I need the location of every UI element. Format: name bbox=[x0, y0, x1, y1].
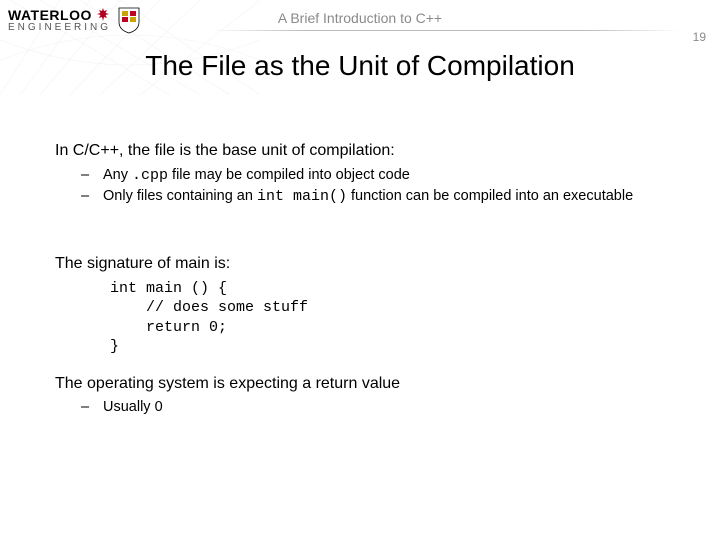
header-rule bbox=[210, 30, 680, 31]
paragraph-3: The operating system is expecting a retu… bbox=[55, 373, 680, 395]
paragraph-1: In C/C++, the file is the base unit of c… bbox=[55, 140, 680, 162]
bullet-1b: Only files containing an int main() func… bbox=[103, 187, 680, 207]
bullet-1b-pre: Only files containing an bbox=[103, 188, 257, 204]
bullet-1a-post: file may be compiled into object code bbox=[168, 167, 410, 183]
bullet-1a: Any .cpp file may be compiled into objec… bbox=[103, 166, 680, 186]
bullet-1a-pre: Any bbox=[103, 167, 132, 183]
paragraph-2: The signature of main is: bbox=[55, 253, 680, 275]
slide: WATERLOO ENGINEERING A Brief Introductio… bbox=[0, 0, 720, 540]
bullet-1b-post: function can be compiled into an executa… bbox=[347, 188, 633, 204]
slide-title: The File as the Unit of Compilation bbox=[0, 50, 720, 82]
bullet-3a: Usually 0 bbox=[103, 398, 680, 418]
slide-body: In C/C++, the file is the base unit of c… bbox=[55, 130, 680, 436]
bullet-1a-code: .cpp bbox=[132, 167, 168, 184]
code-block: int main () { // does some stuff return … bbox=[110, 279, 680, 357]
bullet-list-1: Any .cpp file may be compiled into objec… bbox=[55, 166, 680, 208]
page-number: 19 bbox=[693, 30, 706, 44]
header-subtitle: A Brief Introduction to C++ bbox=[0, 10, 720, 26]
bullet-list-3: Usually 0 bbox=[55, 398, 680, 418]
bullet-1b-code: int main() bbox=[257, 188, 347, 205]
